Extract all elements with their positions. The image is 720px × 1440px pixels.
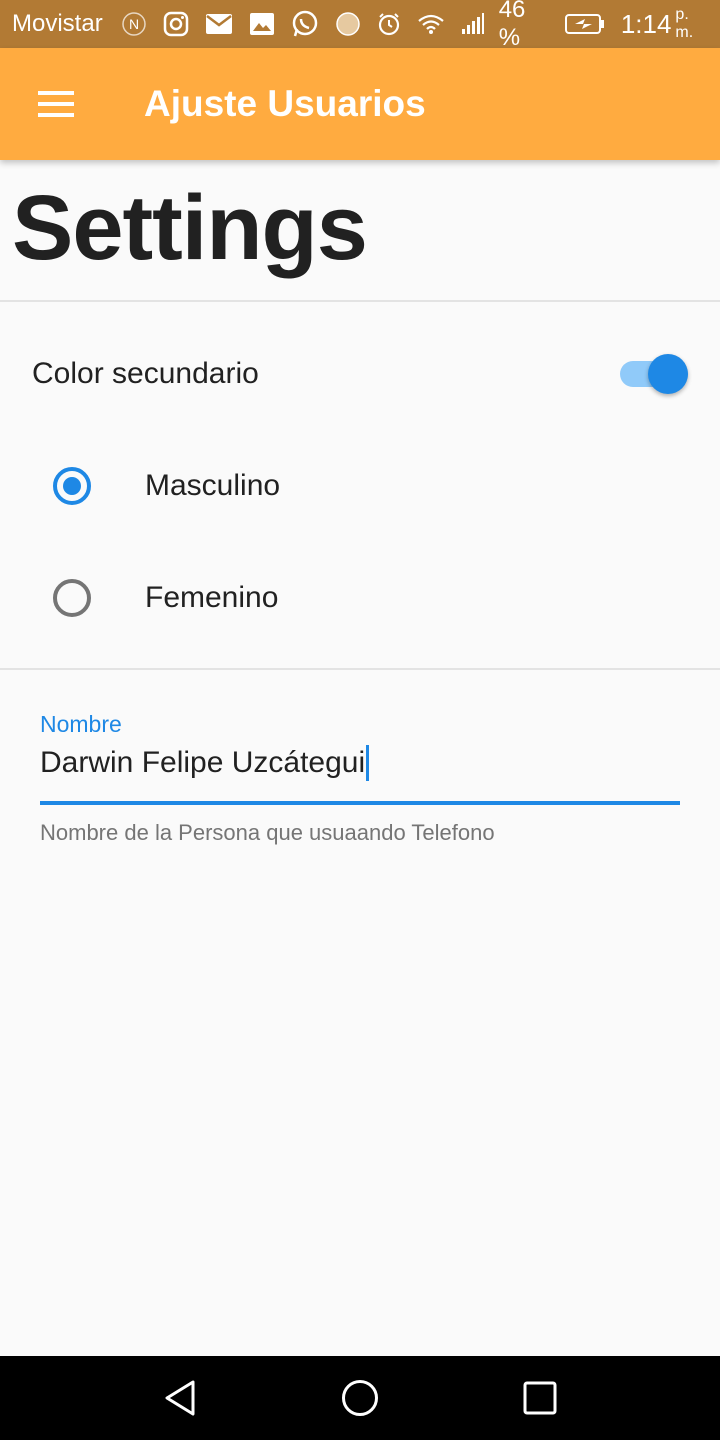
menu-button[interactable] xyxy=(0,48,112,160)
battery-charging-icon xyxy=(564,13,605,35)
mail-icon xyxy=(205,13,233,35)
name-field-input[interactable]: Darwin Felipe Uzcátegui xyxy=(40,742,680,784)
page-title: Settings xyxy=(12,177,368,279)
home-button[interactable] xyxy=(336,1374,384,1422)
divider xyxy=(0,300,720,302)
radio-button-masculino[interactable] xyxy=(53,467,91,505)
switch-label: Color secundario xyxy=(32,357,259,390)
wifi-icon xyxy=(417,13,445,35)
name-field-label: Nombre xyxy=(40,711,122,737)
app-bar-title: Ajuste Usuarios xyxy=(144,83,426,124)
menu-icon xyxy=(38,91,74,117)
name-field-helper: Nombre de la Persona que usuaando Telefo… xyxy=(40,820,495,845)
app-bar: Ajuste Usuarios xyxy=(0,48,720,160)
battery-percent: 46 % xyxy=(498,0,526,51)
color-secundario-switch-row[interactable]: Color secundario xyxy=(0,318,720,430)
signal-icon xyxy=(461,13,485,35)
home-icon xyxy=(342,1380,378,1416)
radio-option-masculino[interactable]: Masculino xyxy=(0,430,720,542)
name-field-value: Darwin Felipe Uzcátegui xyxy=(40,746,366,779)
radio-label-masculino: Masculino xyxy=(145,469,281,502)
radio-button-femenino[interactable] xyxy=(53,579,91,617)
nfc-icon: N xyxy=(121,11,147,37)
image-icon xyxy=(249,12,275,36)
whatsapp-icon xyxy=(291,10,319,38)
name-field-underline xyxy=(40,801,680,805)
radio-label-femenino: Femenino xyxy=(145,581,279,614)
instagram-icon xyxy=(163,11,189,37)
text-cursor xyxy=(366,745,370,781)
radio-option-femenino[interactable]: Femenino xyxy=(0,542,720,654)
system-nav-bar xyxy=(0,1356,720,1440)
app-icon xyxy=(335,11,361,37)
clock-ampm: p. m. xyxy=(675,6,694,41)
color-secundario-switch[interactable] xyxy=(616,354,692,394)
carrier-name: Movistar xyxy=(12,10,103,37)
clock-time: 1:14 xyxy=(620,8,672,39)
divider xyxy=(0,668,720,670)
svg-text:N: N xyxy=(129,16,139,32)
alarm-icon xyxy=(377,12,401,36)
recents-button[interactable] xyxy=(516,1374,564,1422)
status-bar: Movistar N 46 % 1:14 p. m. xyxy=(0,0,720,51)
back-icon xyxy=(165,1380,195,1416)
recents-icon xyxy=(523,1381,557,1415)
switch-thumb xyxy=(648,354,688,394)
back-button[interactable] xyxy=(156,1374,204,1422)
